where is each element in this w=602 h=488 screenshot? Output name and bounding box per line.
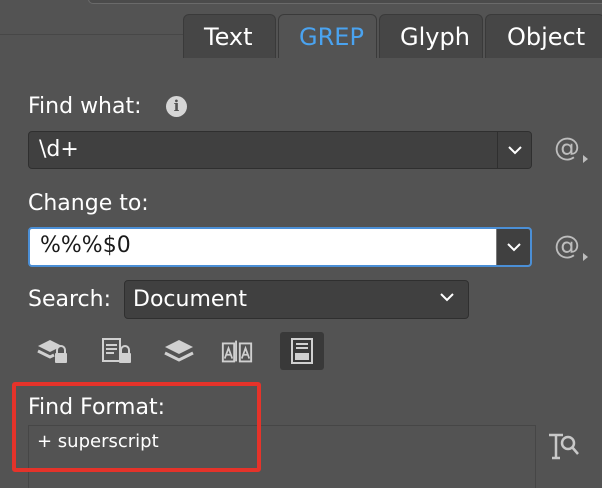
include-hidden-layers-icon — [164, 340, 194, 362]
include-master-pages-button[interactable] — [220, 334, 254, 368]
at-icon: @ — [554, 133, 580, 163]
at-icon: @ — [554, 231, 580, 261]
change-special-characters-button[interactable]: @ — [554, 231, 588, 263]
change-to-label: Change to: — [28, 191, 149, 216]
find-what-label: Find what: — [28, 94, 142, 119]
find-what-input[interactable]: \d+ — [29, 132, 497, 168]
specify-attributes-button[interactable] — [546, 428, 582, 464]
chevron-down-icon — [440, 293, 454, 302]
info-icon[interactable]: i — [166, 96, 187, 117]
tab-object[interactable]: Object — [485, 14, 602, 58]
change-to-field[interactable]: %%%$0 — [28, 227, 532, 267]
search-label: Search: — [28, 287, 111, 312]
include-master-pages-icon — [221, 340, 253, 363]
tab-grep[interactable]: GREP — [278, 14, 377, 58]
include-footnotes-icon — [291, 338, 313, 364]
specify-attributes-icon — [549, 433, 579, 460]
include-locked-stories-button[interactable] — [100, 334, 134, 368]
flyout-triangle-icon — [583, 155, 588, 163]
search-scope-select[interactable]: Document — [124, 280, 469, 319]
include-locked-layers-button[interactable] — [36, 334, 70, 368]
tab-text[interactable]: Text — [183, 14, 276, 58]
change-to-dropdown[interactable] — [496, 229, 530, 265]
tab-bar: Text GREP Glyph Object — [183, 14, 602, 58]
search-scope-value: Document — [133, 287, 247, 312]
find-what-field[interactable]: \d+ — [28, 131, 532, 169]
include-footnotes-button[interactable] — [280, 332, 324, 370]
chevron-down-icon — [506, 242, 521, 251]
find-special-characters-button[interactable]: @ — [554, 133, 588, 165]
flyout-triangle-icon — [583, 253, 588, 261]
include-locked-layers-icon — [37, 340, 67, 363]
include-locked-stories-icon — [102, 338, 131, 363]
change-to-input[interactable]: %%%$0 — [30, 229, 496, 265]
tab-glyph[interactable]: Glyph — [379, 14, 483, 58]
find-what-dropdown[interactable] — [497, 132, 531, 168]
highlight-box — [12, 382, 261, 472]
include-hidden-layers-button[interactable] — [162, 334, 196, 368]
chevron-down-icon — [507, 145, 522, 154]
previous-field-edge — [88, 0, 602, 4]
divider — [0, 34, 183, 35]
